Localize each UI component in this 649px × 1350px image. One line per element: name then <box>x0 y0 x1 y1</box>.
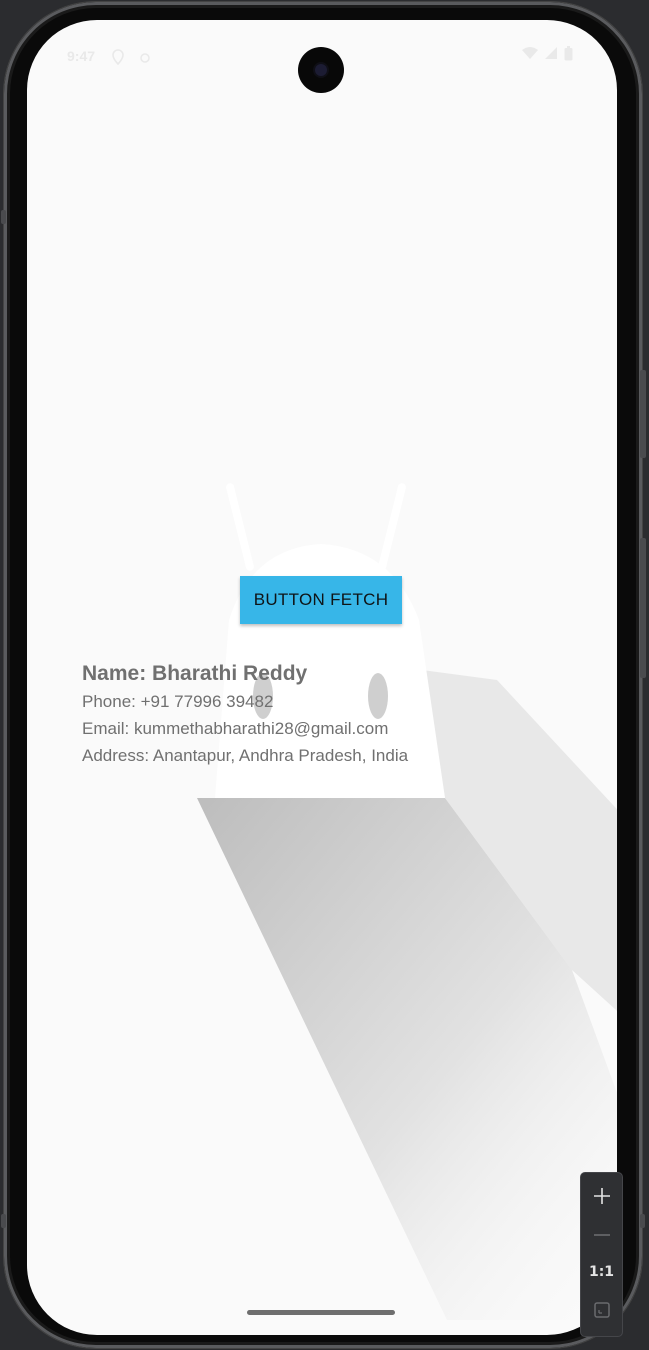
power-button <box>640 370 646 458</box>
settings-status-icon <box>139 51 151 69</box>
contact-address: Address: Anantapur, Andhra Pradesh, Indi… <box>82 746 409 765</box>
zoom-in-button[interactable] <box>581 1181 622 1211</box>
contact-details: Name: Bharathi Reddy Phone: +91 77996 39… <box>82 660 408 769</box>
fit-screen-button[interactable] <box>581 1301 622 1323</box>
contact-phone: Phone: +91 77996 39482 <box>82 692 274 711</box>
left-side-button <box>1 210 6 224</box>
zoom-out-button[interactable] <box>581 1223 622 1247</box>
home-indicator[interactable] <box>247 1310 395 1315</box>
plus-icon <box>593 1188 610 1204</box>
left-side-button-lower <box>1 1214 6 1228</box>
emulator-zoom-controls: 1:1 <box>580 1172 623 1337</box>
camera-lens <box>315 64 327 76</box>
volume-button <box>640 538 646 678</box>
minus-icon <box>593 1234 610 1236</box>
front-camera <box>298 47 344 93</box>
app-screen: 9:47 BUTTON FETCH Name: Bharathi Reddy P… <box>27 20 617 1335</box>
contact-email: Email: kummethabharathi28@gmail.com <box>82 719 389 738</box>
battery-icon <box>564 46 573 66</box>
actual-size-button[interactable]: 1:1 <box>581 1264 622 1284</box>
status-time: 9:47 <box>67 48 96 64</box>
wifi-icon <box>522 46 538 66</box>
fetch-button[interactable]: BUTTON FETCH <box>240 576 402 624</box>
contact-name: Name: Bharathi Reddy <box>82 662 308 685</box>
location-icon <box>111 49 125 70</box>
signal-icon <box>544 46 558 66</box>
fit-screen-icon <box>593 1302 610 1318</box>
right-side-button-lower <box>640 1214 645 1228</box>
